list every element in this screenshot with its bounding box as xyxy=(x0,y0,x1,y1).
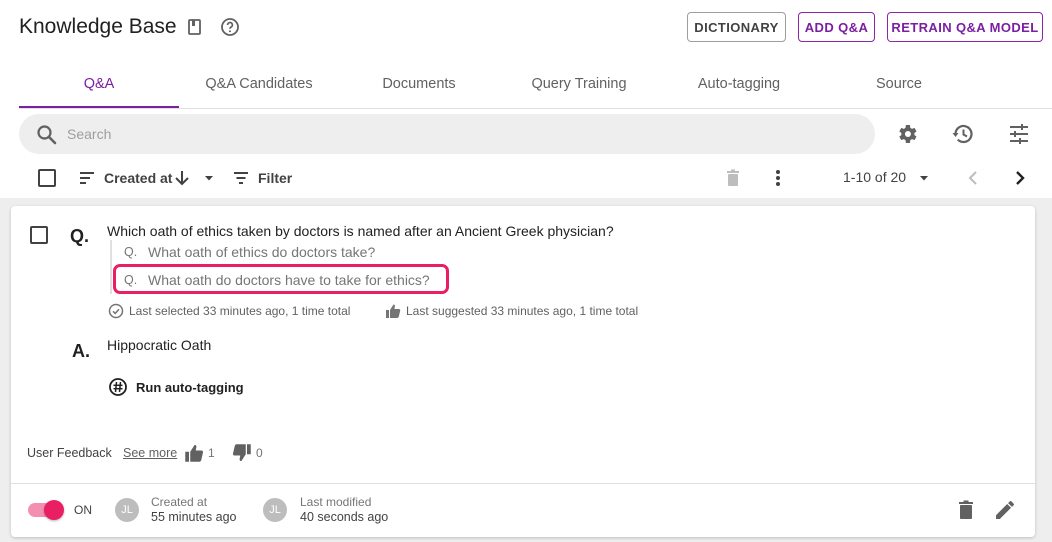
tab-query-training[interactable]: Query Training xyxy=(499,60,659,108)
arrow-down-icon[interactable] xyxy=(172,168,192,188)
alt-question-prefix: Q. xyxy=(124,273,138,287)
add-qa-button[interactable]: ADD Q&A xyxy=(798,12,875,42)
avatar: JL xyxy=(263,498,287,522)
tab-bar: Q&A Q&A Candidates Documents Query Train… xyxy=(19,60,1052,109)
tab-qa-candidates[interactable]: Q&A Candidates xyxy=(179,60,339,108)
tab-qa[interactable]: Q&A xyxy=(19,60,179,108)
app-header: Knowledge Base DICTIONARY ADD Q&A RETRAI… xyxy=(0,0,1052,56)
thumbs-down-count: 0 xyxy=(256,446,263,460)
verified-icon xyxy=(108,303,124,319)
last-modified-label: Last modified xyxy=(300,495,372,509)
alt-question-text[interactable]: What oath do doctors have to take for et… xyxy=(148,272,430,288)
search-icon xyxy=(36,124,57,145)
book-icon[interactable] xyxy=(185,17,205,37)
alternative-questions-rule xyxy=(110,240,112,294)
sort-label[interactable]: Created at xyxy=(104,170,172,186)
dropdown-icon[interactable] xyxy=(199,168,219,188)
more-vert-icon[interactable] xyxy=(768,168,788,188)
active-tab-indicator xyxy=(19,106,179,108)
chevron-right-icon[interactable] xyxy=(1010,168,1030,188)
last-suggested-text: Last suggested 33 minutes ago, 1 time to… xyxy=(406,304,639,318)
last-selected-text: Last selected 33 minutes ago, 1 time tot… xyxy=(129,304,351,318)
filter-icon[interactable] xyxy=(231,168,251,188)
select-all-checkbox[interactable] xyxy=(38,169,56,187)
alt-question-text[interactable]: What oath of ethics do doctors take? xyxy=(148,244,375,260)
dictionary-button[interactable]: DICTIONARY xyxy=(687,12,786,42)
pagination-dropdown-icon[interactable] xyxy=(914,168,934,188)
delete-icon[interactable] xyxy=(723,168,743,188)
avatar: JL xyxy=(115,498,139,522)
enabled-toggle[interactable] xyxy=(28,500,64,520)
page-title: Knowledge Base xyxy=(19,15,177,38)
alt-question-prefix: Q. xyxy=(124,245,138,259)
toggle-thumb xyxy=(44,500,64,520)
hashtag-icon xyxy=(108,377,128,397)
tab-source[interactable]: Source xyxy=(819,60,979,108)
see-more-link[interactable]: See more xyxy=(123,446,177,460)
created-at-value: 55 minutes ago xyxy=(151,510,237,524)
answer-text[interactable]: Hippocratic Oath xyxy=(107,337,211,353)
delete-icon[interactable] xyxy=(954,498,978,522)
user-feedback-label: User Feedback xyxy=(27,446,112,460)
last-modified-value: 40 seconds ago xyxy=(300,510,389,524)
edit-icon[interactable] xyxy=(993,498,1017,522)
thumb-up-icon xyxy=(385,303,401,319)
tune-icon[interactable] xyxy=(1007,122,1031,146)
thumb-down-icon[interactable] xyxy=(232,443,252,463)
history-icon[interactable] xyxy=(951,122,975,146)
retrain-qa-model-button[interactable]: RETRAIN Q&A MODEL xyxy=(887,12,1043,42)
question-text[interactable]: Which oath of ethics taken by doctors is… xyxy=(107,223,614,239)
created-at-label: Created at xyxy=(151,495,208,509)
qa-item-checkbox[interactable] xyxy=(30,226,48,244)
settings-icon[interactable] xyxy=(895,122,919,146)
filter-label[interactable]: Filter xyxy=(258,170,292,186)
answer-prefix: A. xyxy=(72,341,90,361)
search-bar xyxy=(19,114,875,154)
question-prefix: Q. xyxy=(70,226,90,246)
run-auto-tagging-button[interactable]: Run auto-tagging xyxy=(108,376,244,398)
search-input[interactable] xyxy=(67,114,847,154)
tab-documents[interactable]: Documents xyxy=(339,60,499,108)
sort-icon[interactable] xyxy=(77,168,97,188)
chevron-left-icon[interactable] xyxy=(963,168,983,188)
help-circle-icon[interactable] xyxy=(220,17,240,37)
card-divider xyxy=(11,483,1035,484)
auto-tagging-label: Run auto-tagging xyxy=(136,379,244,395)
tab-auto-tagging[interactable]: Auto-tagging xyxy=(659,60,819,108)
thumbs-up-count: 1 xyxy=(208,446,215,460)
toggle-label: ON xyxy=(74,503,92,517)
pagination-range[interactable]: 1-10 of 20 xyxy=(843,169,906,185)
thumb-up-icon[interactable] xyxy=(184,443,204,463)
